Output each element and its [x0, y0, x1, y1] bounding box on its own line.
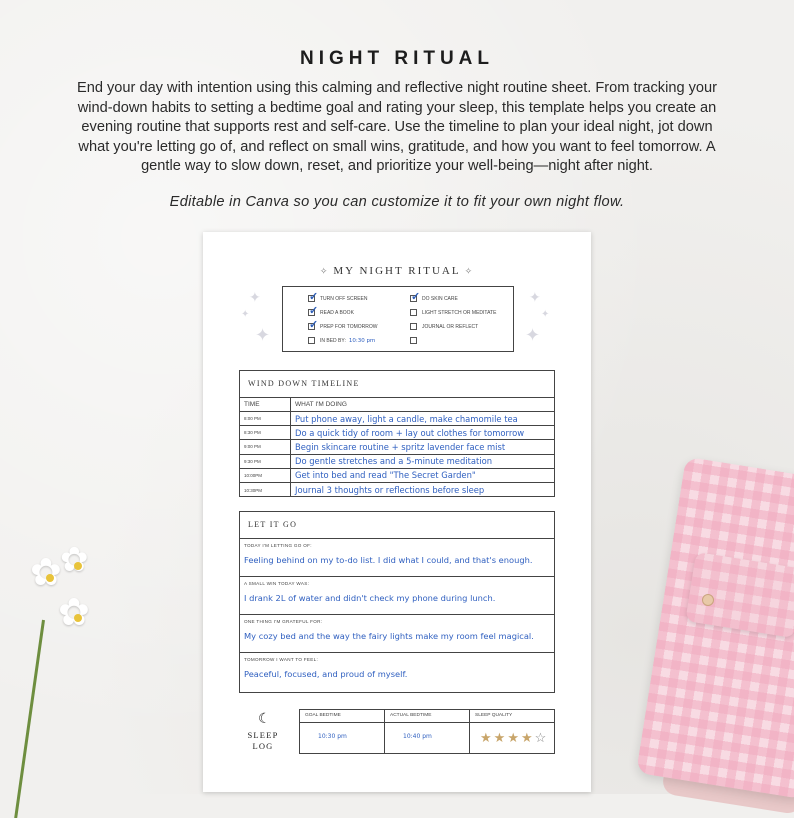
let-it-go-section: LET IT GO TODAY I'M LETTING GO OF: Feeli…	[239, 511, 555, 693]
sleep-log-label: SLEEP LOG	[247, 730, 279, 751]
flower-center	[46, 574, 54, 582]
habit-checklist: ✓ TURN OFF SCREEN ✓ READ A BOOK ✓ PREP F…	[282, 286, 514, 352]
planner-snap-button	[702, 594, 714, 606]
checklist-item[interactable]: IN BED BY: 10:30 pm	[308, 337, 375, 344]
sparkle-icon: ✦	[255, 325, 271, 345]
timeline-row: 8:30 PM Do a quick tidy of room + lay ou…	[240, 426, 554, 441]
col-what-header: WHAT I'M DOING	[295, 401, 347, 408]
sleep-log-table: GOAL BEDTIME 10:30 pm ACTUAL BEDTIME 10:…	[299, 709, 555, 754]
let-it-go-heading: LET IT GO	[240, 512, 554, 539]
flower-icon: ✿	[60, 541, 89, 579]
timeline-row: 9:00 PM Begin skincare routine + spritz …	[240, 440, 554, 455]
checklist-item[interactable]: ✓ DO SKIN CARE	[410, 291, 458, 303]
checkbox[interactable]: ✓	[410, 291, 420, 303]
checkbox[interactable]	[410, 309, 417, 316]
bedtime-value[interactable]: 10:30 pm	[349, 338, 375, 344]
flower-center	[74, 562, 82, 570]
checkbox[interactable]	[308, 337, 315, 344]
timeline-row: 9:30 PM Do gentle stretches and a 5-minu…	[240, 454, 554, 469]
actual-bedtime-cell: ACTUAL BEDTIME 10:40 pm	[385, 710, 470, 753]
reflection-block: TOMORROW I WANT TO FEEL: Peaceful, focus…	[244, 657, 408, 679]
checklist-item[interactable]: LIGHT STRETCH OR MEDITATE	[410, 309, 496, 316]
star-filled-icon[interactable]: ★	[494, 730, 506, 746]
checkbox[interactable]: ✓	[308, 291, 318, 303]
timeline-row: 8:00 PM Put phone away, light a candle, …	[240, 412, 554, 427]
editable-note: Editable in Canva so you can customize i…	[169, 194, 625, 210]
reflection-block: ONE THING I'M GRATEFUL FOR: My cozy bed …	[240, 615, 554, 653]
goal-bedtime-value[interactable]: 10:30 pm	[318, 733, 347, 740]
checkbox[interactable]: ✓	[308, 305, 318, 317]
reflection-block: TODAY I'M LETTING GO OF: Feeling behind …	[240, 539, 554, 577]
actual-bedtime-value[interactable]: 10:40 pm	[403, 733, 432, 740]
sleep-quality-rating[interactable]: ★ ★ ★ ★ ☆	[480, 730, 546, 746]
star-filled-icon[interactable]: ★	[521, 730, 533, 746]
goal-bedtime-cell: GOAL BEDTIME 10:30 pm	[300, 710, 385, 753]
checklist-item[interactable]: ✓ PREP FOR TOMORROW	[308, 319, 378, 331]
flower-icon: ✿	[58, 592, 90, 634]
sparkle-icon: ✧	[319, 266, 330, 276]
sparkle-icon: ✧	[464, 266, 475, 276]
page-title: NIGHT RITUAL	[299, 48, 495, 69]
checkbox[interactable]: ✓	[308, 319, 318, 331]
star-filled-icon[interactable]: ★	[507, 730, 519, 746]
sparkle-icon: ✦	[541, 309, 550, 320]
flower-center	[74, 614, 82, 622]
reflection-block: A SMALL WIN TODAY WAS: I drank 2L of wat…	[240, 577, 554, 615]
moon-icon: ☾	[258, 710, 271, 726]
flower-icon: ✿	[30, 552, 62, 594]
timeline-row: 10:30PM Journal 3 thoughts or reflection…	[240, 482, 554, 498]
checkbox[interactable]	[410, 323, 417, 330]
check-icon: ✓	[411, 291, 421, 303]
sparkle-icon: ✦	[525, 325, 541, 345]
timeline-row: 10:00PM Get into bed and read "The Secre…	[240, 468, 554, 483]
sparkle-icon: ✦	[529, 289, 541, 305]
wind-down-timeline: WIND DOWN TIMELINE TIME WHAT I'M DOING 8…	[239, 370, 555, 498]
col-time-header: TIME	[240, 398, 291, 411]
sparkle-icon: ✦	[249, 289, 261, 305]
checkbox[interactable]	[410, 337, 417, 344]
timeline-heading: WIND DOWN TIMELINE	[240, 371, 554, 398]
check-icon: ✓	[309, 319, 319, 331]
check-icon: ✓	[309, 291, 319, 303]
checklist-item[interactable]	[410, 337, 422, 344]
star-empty-icon[interactable]: ☆	[535, 730, 547, 746]
ritual-sheet: ✧ MY NIGHT RITUAL ✧ ✦ ✦ ✦ ✦ ✦ ✦ ✓ TURN OFF…	[203, 232, 591, 792]
check-icon: ✓	[309, 305, 319, 317]
sleep-quality-cell: SLEEP QUALITY ★ ★ ★ ★ ☆	[470, 710, 554, 753]
checklist-item[interactable]: JOURNAL OR REFLECT	[410, 323, 478, 330]
checklist-item[interactable]: ✓ READ A BOOK	[308, 305, 354, 317]
sparkle-icon: ✦	[241, 309, 250, 320]
timeline-header-row: TIME WHAT I'M DOING	[240, 398, 554, 412]
checklist-item[interactable]: ✓ TURN OFF SCREEN	[308, 291, 368, 303]
sheet-title: ✧ MY NIGHT RITUAL ✧	[319, 265, 475, 277]
description: End your day with intention using this c…	[76, 80, 718, 175]
star-filled-icon[interactable]: ★	[480, 730, 492, 746]
